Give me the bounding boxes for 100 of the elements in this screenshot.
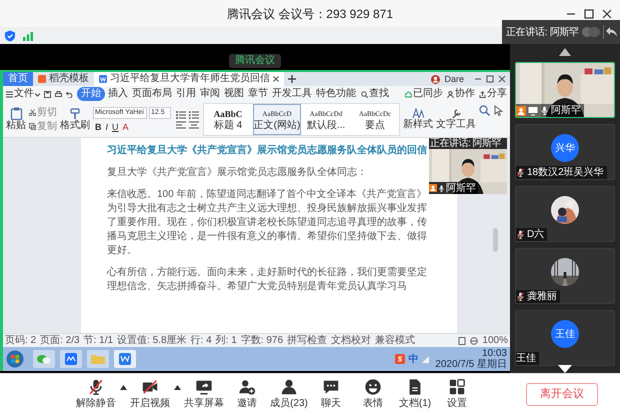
save-icon[interactable]	[44, 90, 51, 98]
format-button[interactable]: I	[106, 122, 108, 132]
align-center-icon[interactable]	[189, 120, 199, 128]
ribbon-tab[interactable]: 引用	[175, 87, 197, 101]
toolbar-button[interactable]: 开启视频	[128, 378, 172, 410]
toolbar-button[interactable]: 共享屏幕	[182, 378, 226, 410]
person-icon	[429, 184, 437, 192]
ribbon-tab[interactable]: 开始	[77, 87, 105, 101]
status-button[interactable]: 文档校对	[331, 334, 372, 346]
web-view-icon[interactable]	[470, 336, 478, 344]
toolbar-button[interactable]: 解除静音	[74, 378, 118, 410]
participant-tile[interactable]: 兴华 18数汉2班吴兴华	[515, 124, 615, 180]
bullet-list-icon[interactable]	[176, 110, 186, 118]
reply-icon[interactable]	[606, 27, 617, 37]
format-button[interactable]: A	[122, 122, 129, 132]
add-person-icon	[238, 378, 256, 396]
toolbar-button[interactable]: 已同步	[405, 87, 443, 101]
wrench-icon	[450, 108, 462, 119]
copy-icon	[29, 123, 36, 130]
toolbar-button[interactable]: 成员(23)	[268, 378, 310, 410]
camera-off-icon	[141, 378, 159, 396]
smiley-icon	[364, 378, 382, 396]
caret-icon[interactable]	[120, 384, 126, 390]
print-icon[interactable]	[55, 90, 62, 98]
find-button[interactable]: 查找	[361, 87, 389, 101]
brush-icon	[69, 108, 81, 120]
ribbon-tab[interactable]: 特色功能	[315, 87, 357, 101]
toolbar-button[interactable]: 设置	[436, 378, 478, 410]
blurred-avatar	[582, 27, 600, 37]
sharing-badge[interactable]: 腾讯会议	[229, 54, 281, 68]
document-icon	[99, 75, 107, 83]
ribbon-tab[interactable]: 页面布局	[131, 87, 173, 101]
speaker-label: 正在讲话: 阿斯罕	[506, 26, 579, 40]
participant-tile[interactable]: 龚雅丽	[515, 248, 615, 304]
app-tab[interactable]: 稻壳模板	[33, 72, 94, 86]
shield-icon[interactable]	[4, 30, 16, 42]
close-icon[interactable]	[498, 75, 506, 83]
close-icon[interactable]	[273, 76, 279, 82]
microphone-icon	[438, 184, 445, 192]
screen-share-icon	[195, 378, 213, 396]
clock-date: 2020/7/5 星期日	[435, 359, 507, 370]
leave-meeting-button[interactable]: 离开会议	[526, 382, 598, 406]
format-painter-button[interactable]: 格式刷	[60, 108, 90, 132]
format-button[interactable]: U	[112, 122, 119, 132]
cloud-icon	[405, 90, 412, 98]
toolbar-button[interactable]: 文档(1)	[394, 378, 436, 410]
window-title: 腾讯会议 会议号：293 929 871	[226, 6, 394, 22]
document-title: 习近平给复旦大学《共产党宣言》展示馆党员志愿服务队全体队员的回信	[107, 144, 427, 158]
ribbon-tab[interactable]: 插入	[107, 87, 129, 101]
toolbar-button[interactable]: 协作	[447, 87, 475, 101]
maximize-icon[interactable]	[486, 75, 494, 83]
start-orb-icon[interactable]	[6, 350, 24, 368]
participant-name: 18数汉2班吴兴华	[527, 166, 604, 178]
template-icon	[38, 75, 46, 83]
input-method-icon[interactable]	[395, 354, 406, 364]
participant-tile[interactable]: 阿斯罕	[515, 62, 615, 118]
file-menu[interactable]: 文件	[6, 87, 40, 101]
style-icon	[412, 108, 424, 119]
caret-icon[interactable]	[174, 384, 180, 390]
avatar: 王佳	[551, 320, 579, 348]
chat-icon	[322, 378, 340, 396]
meeting-app-icon[interactable]	[60, 350, 82, 368]
scroll-up-icon[interactable]	[559, 48, 571, 56]
undo-icon[interactable]	[66, 90, 73, 98]
status-button[interactable]: 拼写检查	[287, 334, 328, 346]
page-view-icon[interactable]	[458, 336, 466, 344]
paste-button[interactable]: 粘贴	[6, 107, 26, 132]
participant-name: 龚雅丽	[527, 290, 557, 302]
participant-tile[interactable]: D六	[515, 186, 615, 242]
app-tab[interactable]: 首页	[3, 72, 33, 86]
close-icon[interactable]	[602, 8, 612, 18]
ribbon-tab[interactable]: 视图	[223, 87, 245, 101]
toolbar-button[interactable]: 表情	[352, 378, 394, 410]
search-icon[interactable]	[479, 105, 490, 116]
style-preset[interactable]: AaBbC 标题 4	[204, 104, 252, 135]
ribbon-tab[interactable]: 章节	[247, 87, 269, 101]
avatar: 兴华	[551, 134, 579, 162]
new-style-button[interactable]: 新样式	[403, 103, 433, 136]
format-button[interactable]: B	[95, 122, 102, 132]
maximize-icon[interactable]	[584, 8, 594, 18]
plus-icon[interactable]	[288, 75, 296, 83]
participant-tile[interactable]: 王佳 王佳	[515, 310, 615, 366]
tab-label: 首页	[8, 72, 28, 86]
toolbar-button[interactable]: 邀请	[226, 378, 268, 410]
zoom-level[interactable]: 100%	[482, 334, 508, 346]
numbered-list-icon[interactable]	[189, 110, 199, 118]
participant-name: 王佳	[516, 352, 536, 364]
toolbar-button[interactable]: 分享	[479, 87, 507, 101]
cursor-icon[interactable]	[494, 105, 503, 116]
writer-app-icon[interactable]	[114, 350, 136, 368]
ribbon-tab[interactable]: 开发工具	[271, 87, 313, 101]
caret-icon	[35, 92, 40, 96]
menu-icon	[6, 90, 13, 98]
scrollbar	[493, 228, 498, 252]
status-text: 行: 4	[190, 334, 212, 346]
app-tab[interactable]: 习近平给复旦大学青年师生党员回信	[94, 72, 284, 86]
text-tools-button[interactable]: 文字工具	[436, 103, 476, 136]
toolbar-button[interactable]: 聊天	[310, 378, 352, 410]
align-left-icon[interactable]	[176, 120, 186, 128]
ribbon-tab[interactable]: 审阅	[199, 87, 221, 101]
